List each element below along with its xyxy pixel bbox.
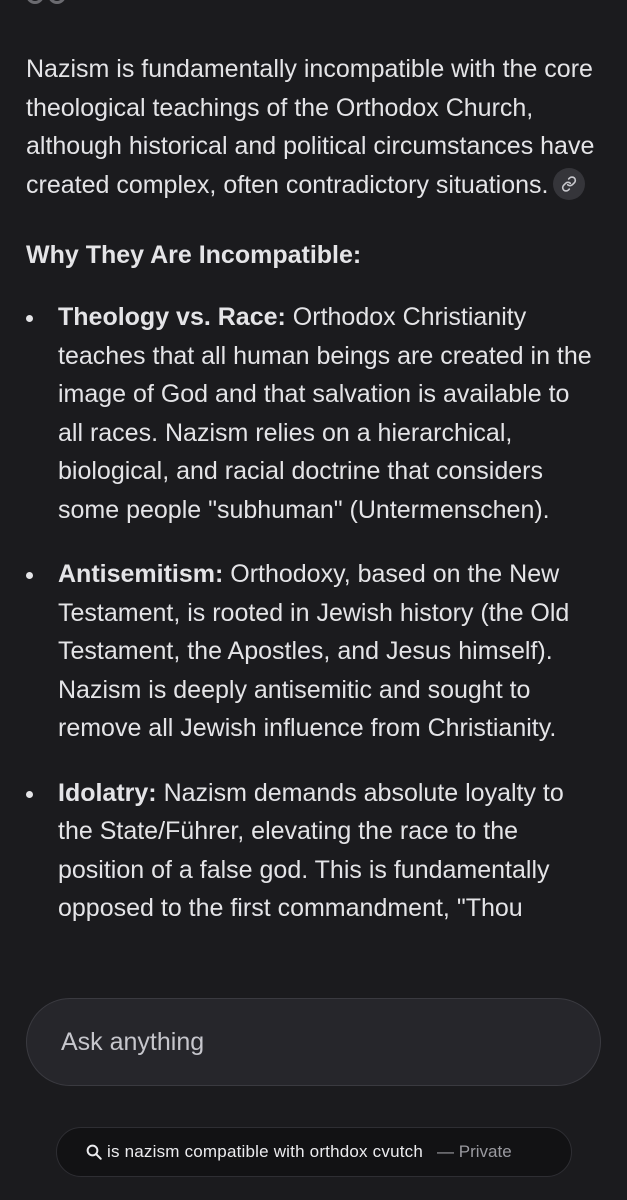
link-icon: [561, 176, 576, 192]
query-text: is nazism compatible with orthdox cvutch: [107, 1142, 424, 1161]
bullet-dot: [26, 315, 33, 322]
copy-icon-partial: [26, 0, 44, 4]
bullet-text: Orthodox Christianity teaches that all h…: [58, 303, 592, 524]
bullet-term: Antisemitism:: [58, 560, 224, 588]
bullet-term: Idolatry:: [58, 778, 157, 807]
query-pill[interactable]: is nazism compatible with orthdox cvutch…: [56, 1127, 572, 1177]
answer-intro-text: Nazism is fundamentally incompatible wit…: [26, 55, 595, 199]
bullet-term: Theology vs. Race:: [58, 303, 286, 331]
answer-content: Nazism is fundamentally incompatible wit…: [26, 50, 601, 980]
bullet-dot: [26, 572, 33, 579]
source-link-button[interactable]: [552, 167, 585, 200]
private-label: — Private: [437, 1142, 512, 1161]
share-icon-partial: [48, 0, 66, 4]
list-item: Theology vs. Race: Orthodox Christianity…: [26, 298, 601, 529]
list-item: Antisemitism: Orthodoxy, based on the Ne…: [26, 555, 601, 748]
ask-input[interactable]: [59, 1026, 600, 1058]
previous-action-icons: [26, 0, 72, 22]
bullet-dot: [26, 790, 33, 798]
answer-intro: Nazism is fundamentally incompatible wit…: [26, 50, 601, 204]
reasons-list: Theology vs. Race: Orthodox Christianity…: [26, 298, 601, 928]
content-fade: [0, 960, 627, 1000]
composer-box[interactable]: [26, 998, 601, 1086]
section-heading: Why They Are Incompatible:: [26, 241, 362, 269]
list-item: Idolatry: Nazism demands absolute loyalt…: [26, 774, 601, 928]
search-icon: [85, 1143, 103, 1161]
